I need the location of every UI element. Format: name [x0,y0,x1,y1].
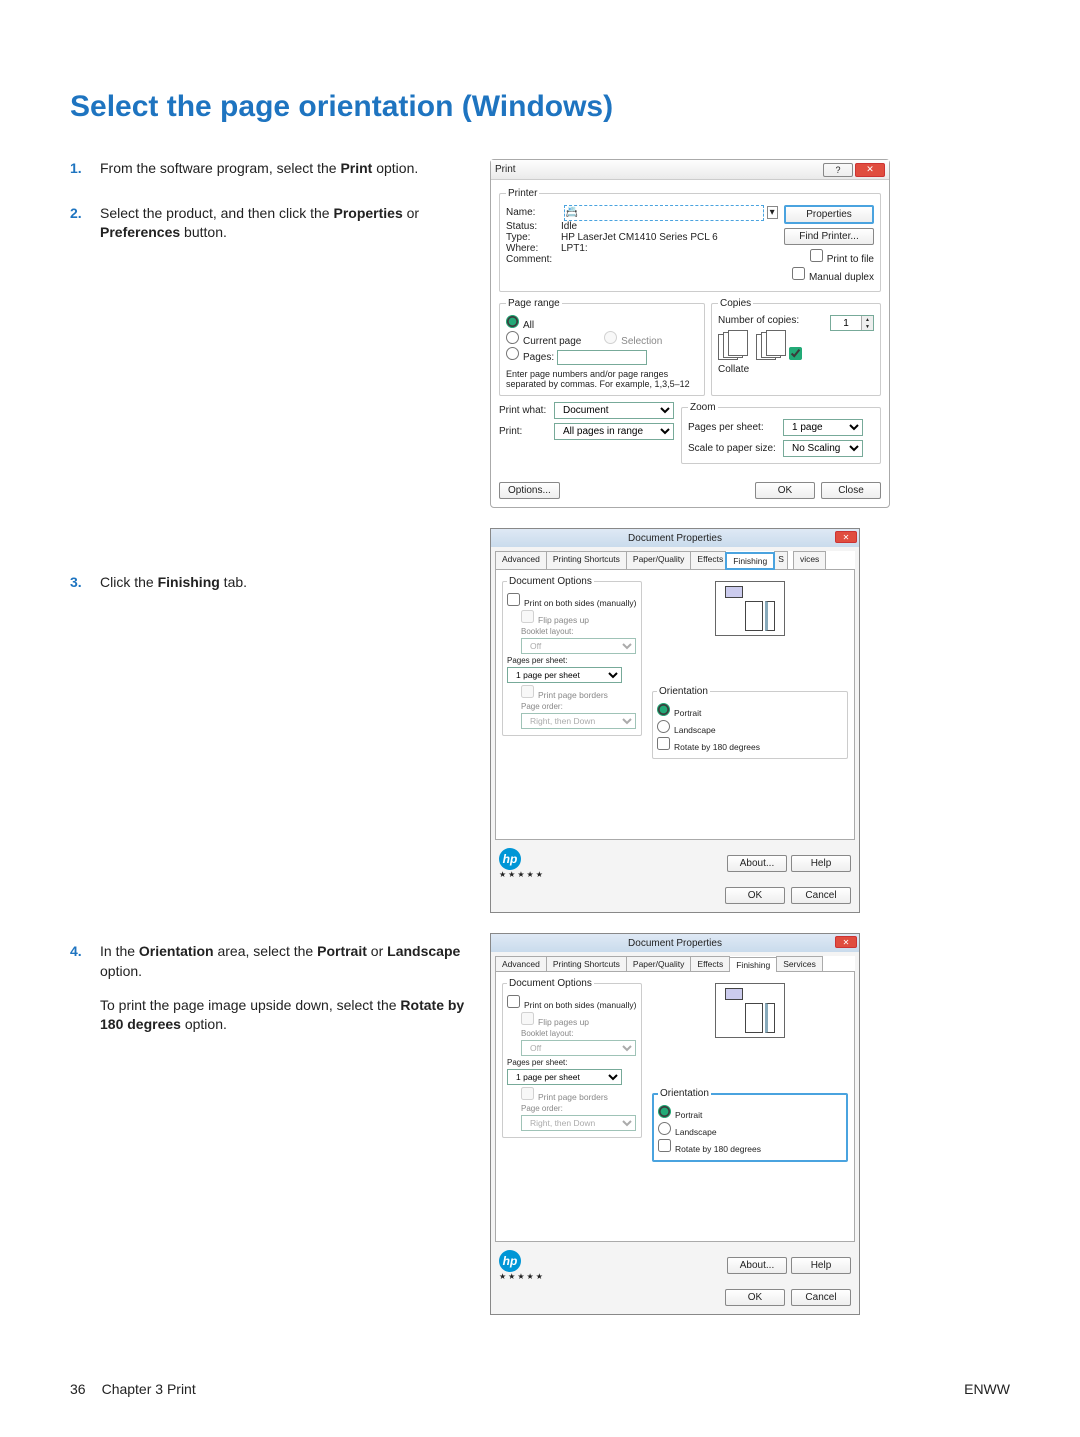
tab-advanced[interactable]: Advanced [495,551,547,569]
portrait-radio[interactable] [658,1105,671,1118]
orientation-group: Orientation Portrait Landscape Rotate by… [652,686,848,759]
about-button[interactable]: About... [727,855,787,872]
step-4: In the Orientation area, select the Port… [70,942,470,1034]
manual-duplex-checkbox[interactable] [792,267,805,280]
page-borders-checkbox [521,685,534,698]
range-current-radio[interactable] [506,331,519,344]
cancel-button[interactable]: Cancel [791,887,851,904]
tab-shortcuts[interactable]: Printing Shortcuts [546,551,627,569]
help-button[interactable]: Help [791,1257,851,1274]
print-range-select[interactable]: All pages in range [554,423,674,440]
both-sides-checkbox[interactable] [507,995,520,1008]
print-what-select[interactable]: Document [554,402,674,419]
ok-button[interactable]: OK [725,1289,785,1306]
hp-logo-icon: hp [499,848,521,870]
close-window-button[interactable]: ✕ [835,531,857,543]
help-window-button[interactable]: ? [823,163,853,177]
range-selection-radio [604,331,617,344]
page-title: Select the page orientation (Windows) [70,90,1010,124]
preview-icon [715,581,785,636]
collate-icon [718,330,786,360]
landscape-radio[interactable] [657,720,670,733]
tab-services[interactable]: Services [776,956,823,971]
page-number: 36 [70,1381,86,1397]
chapter-label: Chapter 3 Print [102,1381,196,1397]
step-1: From the software program, select the Pr… [70,159,470,179]
cancel-button[interactable]: Cancel [791,1289,851,1306]
help-button[interactable]: Help [791,855,851,872]
tab-advanced[interactable]: Advanced [495,956,547,971]
landscape-radio[interactable] [658,1122,671,1135]
preview-icon [715,983,785,1038]
page-order-select: Right, then Down [521,713,636,729]
close-window-button[interactable]: ✕ [835,936,857,948]
hp-logo-icon: hp [499,1250,521,1272]
zoom-pps-select[interactable]: 1 page [783,419,863,436]
doc-properties-dialog-2: Document Properties ✕ Advanced Printing … [490,933,860,1315]
tab-services-prefix[interactable]: S [774,551,788,569]
step-3: Click the Finishing tab. [70,573,470,593]
page-footer: 36 Chapter 3 Print ENWW [70,1381,1010,1397]
range-pages-radio[interactable] [506,347,519,360]
tab-finishing[interactable]: Finishing [729,957,777,972]
tab-finishing[interactable]: Finishing [725,552,775,570]
range-all-radio[interactable] [506,315,519,328]
ok-button[interactable]: OK [725,887,785,904]
booklet-select: Off [521,638,636,654]
booklet-select: Off [521,1040,636,1056]
flip-pages-checkbox [521,610,534,623]
zoom-group: Zoom Pages per sheet:1 page Scale to pap… [681,402,881,464]
pages-per-sheet-select[interactable]: 1 page per sheet [507,1069,622,1085]
document-options-group: Document Options Print on both sides (ma… [502,576,642,736]
doc-properties-dialog-1: Document Properties ✕ Advanced Printing … [490,528,860,913]
options-button[interactable]: Options... [499,482,560,499]
collate-checkbox[interactable] [789,347,802,360]
tab-effects[interactable]: Effects [690,956,730,971]
rotate-checkbox[interactable] [658,1139,671,1152]
print-to-file-checkbox[interactable] [810,249,823,262]
tab-effects[interactable]: Effects [690,551,726,569]
tabstrip: Advanced Printing Shortcuts Paper/Qualit… [495,551,855,570]
tab-paper[interactable]: Paper/Quality [626,551,692,569]
step-2: Select the product, and then click the P… [70,204,470,243]
rotate-checkbox[interactable] [657,737,670,750]
printer-group: Printer Name: 📇 ▾ Status:Idle Type:HP La… [499,188,881,292]
tab-shortcuts[interactable]: Printing Shortcuts [546,956,627,971]
page-range-group: Page range All Current page Selection Pa… [499,298,705,396]
ok-button[interactable]: OK [755,482,815,499]
both-sides-checkbox[interactable] [507,593,520,606]
properties-button[interactable]: Properties [784,205,874,224]
enww-label: ENWW [964,1381,1010,1397]
copies-group: Copies Number of copies: ▲▼ Collate [711,298,881,396]
tab-services-suffix[interactable]: vices [793,551,826,569]
page-order-select: Right, then Down [521,1115,636,1131]
close-window-button[interactable]: ✕ [855,163,885,177]
dropdown-arrow-icon[interactable]: ▾ [767,206,778,219]
tabstrip: Advanced Printing Shortcuts Paper/Qualit… [495,956,855,972]
about-button[interactable]: About... [727,1257,787,1274]
print-dialog: Print ? ✕ Printer Name: 📇 ▾ Status:Idle … [490,159,890,508]
printer-name-select[interactable]: 📇 [564,205,764,221]
document-options-group: Document Options Print on both sides (ma… [502,978,642,1138]
orientation-group: Orientation Portrait Landscape Rotate by… [652,1088,848,1162]
rating-icon: ★★★★★ [499,870,545,879]
rating-icon: ★★★★★ [499,1272,545,1281]
pages-input[interactable] [557,350,647,365]
close-button[interactable]: Close [821,482,881,499]
print-title: Print [495,164,516,175]
tab-paper[interactable]: Paper/Quality [626,956,692,971]
flip-pages-checkbox [521,1012,534,1025]
step-list: From the software program, select the Pr… [70,159,470,1035]
portrait-radio[interactable] [657,703,670,716]
page-borders-checkbox [521,1087,534,1100]
copies-spinner[interactable]: ▲▼ [830,315,874,331]
zoom-scale-select[interactable]: No Scaling [783,440,863,457]
pages-per-sheet-select[interactable]: 1 page per sheet [507,667,622,683]
find-printer-button[interactable]: Find Printer... [784,228,874,245]
